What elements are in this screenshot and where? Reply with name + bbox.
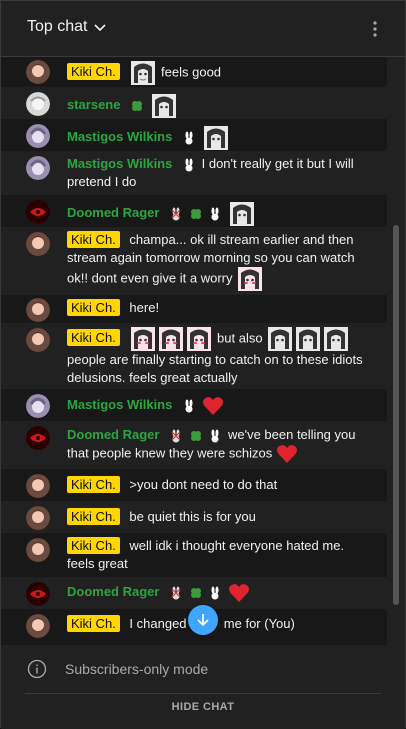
chat-message-list[interactable]: Kiki Ch. feels good starsene Mastigos Wi… [1,57,405,645]
girl-blush-emote-icon [131,327,156,351]
chat-message: Doomed Rager [1,195,387,227]
author-name[interactable]: Mastigos Wilkins [67,156,172,171]
chat-message: Kiki Ch. be quiet this is for you [1,501,387,533]
chat-message: Mastigos Wilkins [1,389,387,421]
chat-message: Kiki Ch. champa... ok ill stream earlier… [1,227,387,295]
subscribers-only-notice: Subscribers-only mode [27,659,208,679]
message-text: feels good [161,64,222,80]
clover-badge-icon [190,430,201,441]
author-name[interactable]: starsene [67,97,120,112]
author-name[interactable]: Doomed Rager [67,427,159,442]
avatar[interactable] [26,426,50,450]
author-name[interactable]: Kiki Ch. [67,537,120,554]
chat-message: Kiki Ch. >you dont need to do that [1,469,387,501]
heart-emoji-icon [202,397,223,415]
chat-message: Kiki Ch. feels good [1,57,387,87]
arrow-down-icon [197,614,209,627]
author-name[interactable]: Doomed Rager [67,584,159,599]
author-name[interactable]: Mastigos Wilkins [67,129,172,144]
avatar[interactable] [26,474,50,498]
chat-message: Mastigos Wilkins [1,119,387,151]
avatar[interactable] [26,394,50,418]
bunny-badge-icon [211,586,219,600]
avatar[interactable] [26,156,50,180]
author-name[interactable]: Kiki Ch. [67,508,120,525]
chat-mode-selector[interactable]: Top chat [27,18,107,36]
bunny-badge-icon [185,131,193,145]
author-name[interactable]: Kiki Ch. [67,476,120,493]
subscribers-only-label: Subscribers-only mode [65,661,209,677]
chat-message: Doomed Rager [1,577,387,609]
avatar[interactable] [26,328,50,352]
chevron-down-icon [94,24,107,32]
avatar[interactable] [26,124,50,148]
avatar[interactable] [26,582,50,606]
girl-emote-icon [151,94,176,118]
bunny-badge-icon [211,429,219,443]
author-name[interactable]: Mastigos Wilkins [67,397,172,412]
jump-to-bottom-button[interactable] [188,605,218,635]
heart-emoji-icon [276,445,297,463]
avatar[interactable] [26,538,50,562]
bunny-x-badge-icon [171,429,181,443]
message-text-tail: me for (You) [223,616,295,631]
info-icon [27,659,47,679]
avatar[interactable] [26,232,50,256]
avatar[interactable] [26,298,50,322]
author-name[interactable]: Doomed Rager [67,205,159,220]
chat-panel: Top chat Kiki Ch. feels good starsene Ma… [0,0,406,729]
bunny-badge-icon [185,399,193,413]
heart-emoji-icon [228,584,249,602]
divider [25,693,381,694]
girl-emote-icon [268,327,293,351]
chat-footer: Subscribers-only mode HIDE CHAT [1,645,405,729]
message-text: I changed [129,616,187,631]
scrollbar[interactable] [393,225,399,605]
author-name[interactable]: Kiki Ch. [67,63,120,81]
girl-emote-icon [203,126,228,150]
avatar[interactable] [26,60,50,84]
avatar[interactable] [26,200,50,224]
avatar[interactable] [26,506,50,530]
message-text: but also [217,330,263,346]
chat-header: Top chat [1,1,405,57]
girl-emote-icon [131,61,156,85]
author-name[interactable]: Kiki Ch. [67,231,120,248]
chat-mode-label: Top chat [27,18,88,35]
message-text: here! [129,300,160,315]
message-text: >you dont need to do that [129,477,278,492]
girl-blush-emote-icon [238,267,263,291]
author-name[interactable]: Kiki Ch. [67,615,120,632]
chat-message: Mastigos Wilkins I don't really get it b… [1,151,387,195]
avatar[interactable] [26,614,50,638]
clover-badge-icon [190,209,201,219]
girl-emote-icon [296,327,321,351]
clover-badge-icon [190,588,201,598]
girl-blush-emote-icon [159,327,184,351]
bunny-x-badge-icon [171,207,181,221]
girl-blush-emote-icon [187,327,212,351]
author-name[interactable]: Kiki Ch. [67,299,120,316]
girl-emote-icon [229,202,254,226]
chat-message: Doomed Rager we've been telling you that… [1,421,387,469]
bunny-badge-icon [185,158,193,172]
kebab-menu-icon[interactable] [367,19,383,39]
clover-badge-icon [132,101,143,111]
chat-message: Kiki Ch. here! [1,295,387,323]
message-text: be quiet this is for you [129,509,256,524]
girl-emote-icon [324,327,349,351]
chat-message: Kiki Ch. but also people are finally sta… [1,323,387,389]
author-name[interactable]: Kiki Ch. [67,329,120,347]
chat-message: starsene [1,87,387,119]
bunny-x-badge-icon [171,586,181,600]
hide-chat-button[interactable]: HIDE CHAT [1,701,405,713]
message-text: people are finally starting to catch on … [67,352,363,385]
bunny-badge-icon [211,207,219,221]
chat-message: Kiki Ch. well idk i thought everyone hat… [1,533,387,577]
avatar[interactable] [26,92,50,116]
